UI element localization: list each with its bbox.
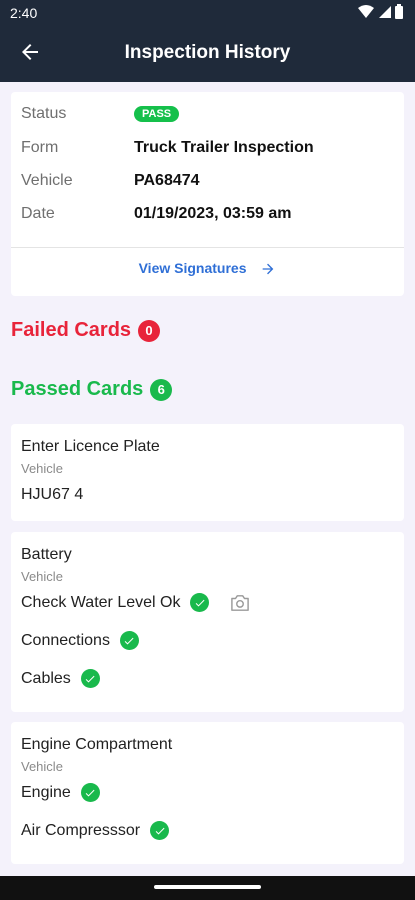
card-title: Battery: [21, 546, 72, 563]
status-icons: [358, 4, 403, 19]
date-row: Date 01/19/2023, 03:59 am: [21, 202, 291, 226]
check-icon: [80, 669, 100, 688]
failed-cards-label: Failed Cards: [11, 319, 132, 341]
app-bar: Inspection History: [0, 26, 415, 82]
form-label: Form: [21, 139, 59, 156]
wifi-icon: [358, 4, 374, 18]
card-licence-plate: Enter Licence Plate Vehicle HJU67 4: [11, 424, 404, 521]
licence-plate-value: HJU67 4: [21, 486, 84, 503]
card-subtitle: Vehicle: [21, 461, 63, 476]
check-icon: [150, 821, 170, 840]
item-label: Engine: [21, 783, 71, 801]
failed-count-badge: 0: [138, 319, 161, 342]
form-value: Truck Trailer Inspection: [134, 139, 314, 156]
list-item: Cables: [21, 669, 100, 688]
vehicle-value: PA68474: [134, 172, 200, 189]
passed-cards-heading: Passed Cards 6: [11, 378, 173, 401]
status-row: Status PASS: [21, 102, 180, 126]
item-label: Connections: [21, 631, 110, 649]
list-item: Check Water Level Ok: [21, 593, 251, 612]
inspection-summary-card: Status PASS Form Truck Trailer Inspectio…: [11, 92, 404, 296]
view-signatures-label: View Signatures: [138, 260, 247, 276]
card-subtitle: Vehicle: [21, 569, 63, 584]
passed-count-badge: 6: [150, 378, 173, 401]
status-badge: PASS: [134, 106, 180, 122]
battery-icon: [395, 4, 403, 19]
check-icon: [119, 631, 139, 650]
item-label: Cables: [21, 669, 71, 687]
form-row: Form Truck Trailer Inspection: [21, 136, 314, 160]
date-label: Date: [21, 205, 55, 222]
view-signatures-link[interactable]: View Signatures: [11, 260, 404, 277]
camera-icon[interactable]: [229, 594, 251, 612]
divider: [11, 247, 404, 248]
home-gesture-handle[interactable]: [154, 885, 261, 889]
vehicle-label: Vehicle: [21, 172, 73, 189]
card-title: Engine Compartment: [21, 736, 173, 753]
card-subtitle: Vehicle: [21, 759, 63, 774]
status-time: 2:40: [10, 5, 38, 21]
list-item: Engine: [21, 783, 100, 802]
card-engine-compartment: Engine Compartment Vehicle Engine Air Co…: [11, 722, 404, 864]
system-nav-bar: [0, 876, 415, 900]
card-battery: Battery Vehicle Check Water Level Ok Con…: [11, 532, 404, 712]
check-icon: [190, 593, 210, 612]
passed-cards-label: Passed Cards: [11, 378, 144, 400]
signal-icon: [379, 5, 391, 18]
card-title: Enter Licence Plate: [21, 438, 160, 455]
status-bar: 2:40: [0, 0, 415, 26]
status-label: Status: [21, 105, 67, 122]
list-item: Connections: [21, 631, 139, 650]
check-icon: [80, 783, 100, 802]
item-label: Check Water Level Ok: [21, 593, 181, 611]
vehicle-row: Vehicle PA68474: [21, 169, 200, 193]
arrow-right-icon: [263, 263, 274, 275]
page-title: Inspection History: [124, 42, 291, 63]
item-label: Air Compresssor: [21, 821, 141, 839]
failed-cards-heading: Failed Cards 0: [11, 319, 161, 342]
list-item: Air Compresssor: [21, 821, 170, 840]
date-value: 01/19/2023, 03:59 am: [134, 205, 292, 222]
